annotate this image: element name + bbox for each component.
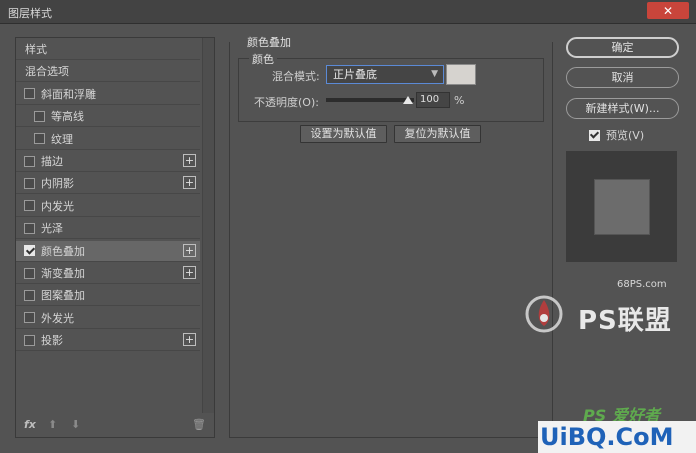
styles-list-panel: 样式混合选项斜面和浮雕等高线纹理描边 + 内阴影 + 内发光光泽颜色叠加 + 渐变叠加 + 图案… — [15, 37, 215, 438]
add-style-icon[interactable]: + — [183, 154, 196, 167]
move-down-icon[interactable]: ⬇ — [71, 418, 80, 431]
style-item[interactable]: 内阴影 + — [16, 173, 200, 195]
fx-icon[interactable]: fx — [24, 418, 36, 431]
opacity-unit: % — [454, 94, 465, 107]
color-group: 颜色 混合模式: 正片叠底 ▼ 不透明度(O): 100 % — [238, 51, 544, 122]
preview-toggle[interactable]: 预览(V) — [589, 127, 644, 143]
style-item[interactable]: 描边 + — [16, 151, 200, 172]
style-item[interactable]: 渐变叠加 + — [16, 263, 200, 284]
style-item-label: 内阴影 — [41, 177, 74, 191]
color-overlay-title: 颜色叠加 — [244, 34, 294, 50]
add-style-icon[interactable]: + — [183, 243, 196, 257]
style-preview — [566, 151, 677, 262]
style-item[interactable]: 等高线 — [16, 106, 200, 128]
blend-mode-select[interactable]: 正片叠底 ▼ — [326, 65, 444, 84]
style-checkbox[interactable] — [34, 133, 45, 145]
style-item-label: 颜色叠加 — [41, 244, 85, 258]
style-item-label: 内发光 — [41, 199, 74, 213]
make-default-button[interactable]: 设置为默认值 — [300, 125, 387, 143]
opacity-slider-thumb[interactable] — [403, 96, 413, 104]
watermark-site-big: PS联盟 — [578, 306, 672, 336]
style-item[interactable]: 颜色叠加 + — [16, 240, 200, 262]
cancel-button[interactable]: 取消 — [566, 67, 679, 88]
watermark-site-small: 68PS.com — [617, 279, 667, 290]
style-item-label: 等高线 — [51, 110, 84, 124]
style-item[interactable]: 图案叠加 — [16, 285, 200, 307]
style-checkbox[interactable] — [24, 200, 35, 212]
chevron-down-icon: ▼ — [431, 69, 438, 79]
style-checkbox[interactable] — [24, 222, 35, 234]
blend-mode-label: 混合模式: — [272, 70, 320, 83]
watermark-uibq-text: UiBQ.CoM — [540, 423, 674, 451]
ok-button[interactable]: 确定 — [566, 37, 679, 58]
trash-icon[interactable]: 🗑 — [192, 418, 206, 431]
close-icon: ✕ — [662, 3, 674, 18]
move-up-icon[interactable]: ⬆ — [48, 418, 57, 431]
style-checkbox[interactable] — [24, 155, 35, 167]
style-item-label: 斜面和浮雕 — [41, 87, 96, 101]
style-checkbox[interactable] — [24, 177, 35, 189]
add-style-icon[interactable]: + — [183, 266, 196, 279]
style-item-label: 样式 — [25, 43, 47, 56]
styles-footer: fx ⬆ ⬇ 🗑 — [16, 415, 214, 437]
style-checkbox[interactable] — [24, 312, 35, 324]
style-item[interactable]: 内发光 — [16, 196, 200, 217]
color-overlay-panel: 颜色叠加 颜色 混合模式: 正片叠底 ▼ 不透明度(O): 100 % 设置为默… — [229, 34, 553, 438]
style-checkbox[interactable] — [24, 245, 35, 257]
style-item[interactable]: 混合选项 — [16, 61, 200, 83]
style-item-label: 外发光 — [41, 311, 74, 325]
preview-checkbox[interactable] — [589, 129, 600, 141]
close-button[interactable]: ✕ — [647, 2, 689, 19]
style-item[interactable]: 纹理 — [16, 129, 200, 150]
blend-mode-value: 正片叠底 — [333, 68, 377, 81]
style-item-label: 光泽 — [41, 222, 63, 236]
reset-default-button[interactable]: 复位为默认值 — [394, 125, 481, 143]
style-item[interactable]: 光泽 — [16, 218, 200, 240]
new-style-button[interactable]: 新建样式(W)... — [566, 98, 679, 119]
style-checkbox[interactable] — [24, 88, 35, 100]
add-style-icon[interactable]: + — [183, 176, 196, 190]
opacity-slider-track[interactable] — [326, 98, 414, 102]
style-item-label: 图案叠加 — [41, 289, 85, 303]
style-item-label: 渐变叠加 — [41, 267, 85, 280]
window-title: 图层样式 — [8, 7, 52, 20]
opacity-input[interactable]: 100 — [416, 92, 450, 108]
color-subtitle: 颜色 — [249, 51, 277, 67]
opacity-label: 不透明度(O): — [254, 96, 319, 109]
style-item-label: 纹理 — [51, 132, 73, 146]
style-checkbox[interactable] — [24, 267, 35, 279]
style-item-label: 混合选项 — [25, 65, 69, 79]
style-item-label: 投影 — [41, 334, 63, 348]
watermark-uibq: UiBQ.CoM — [538, 421, 696, 453]
style-checkbox[interactable] — [24, 289, 35, 301]
style-checkbox[interactable] — [34, 110, 45, 122]
style-item-label: 描边 — [41, 155, 63, 168]
overlay-color-swatch[interactable] — [446, 64, 476, 85]
title-bar: 图层样式 ✕ — [0, 0, 696, 24]
style-preview-swatch — [594, 179, 650, 235]
style-item[interactable]: 投影 + — [16, 330, 200, 352]
preview-label: 预览(V) — [606, 129, 645, 142]
style-item[interactable]: 外发光 — [16, 308, 200, 329]
style-item[interactable]: 样式 — [16, 39, 200, 60]
style-item[interactable]: 斜面和浮雕 — [16, 84, 200, 105]
style-list-scrollbar[interactable] — [202, 38, 214, 413]
add-style-icon[interactable]: + — [183, 333, 196, 347]
style-checkbox[interactable] — [24, 334, 35, 346]
